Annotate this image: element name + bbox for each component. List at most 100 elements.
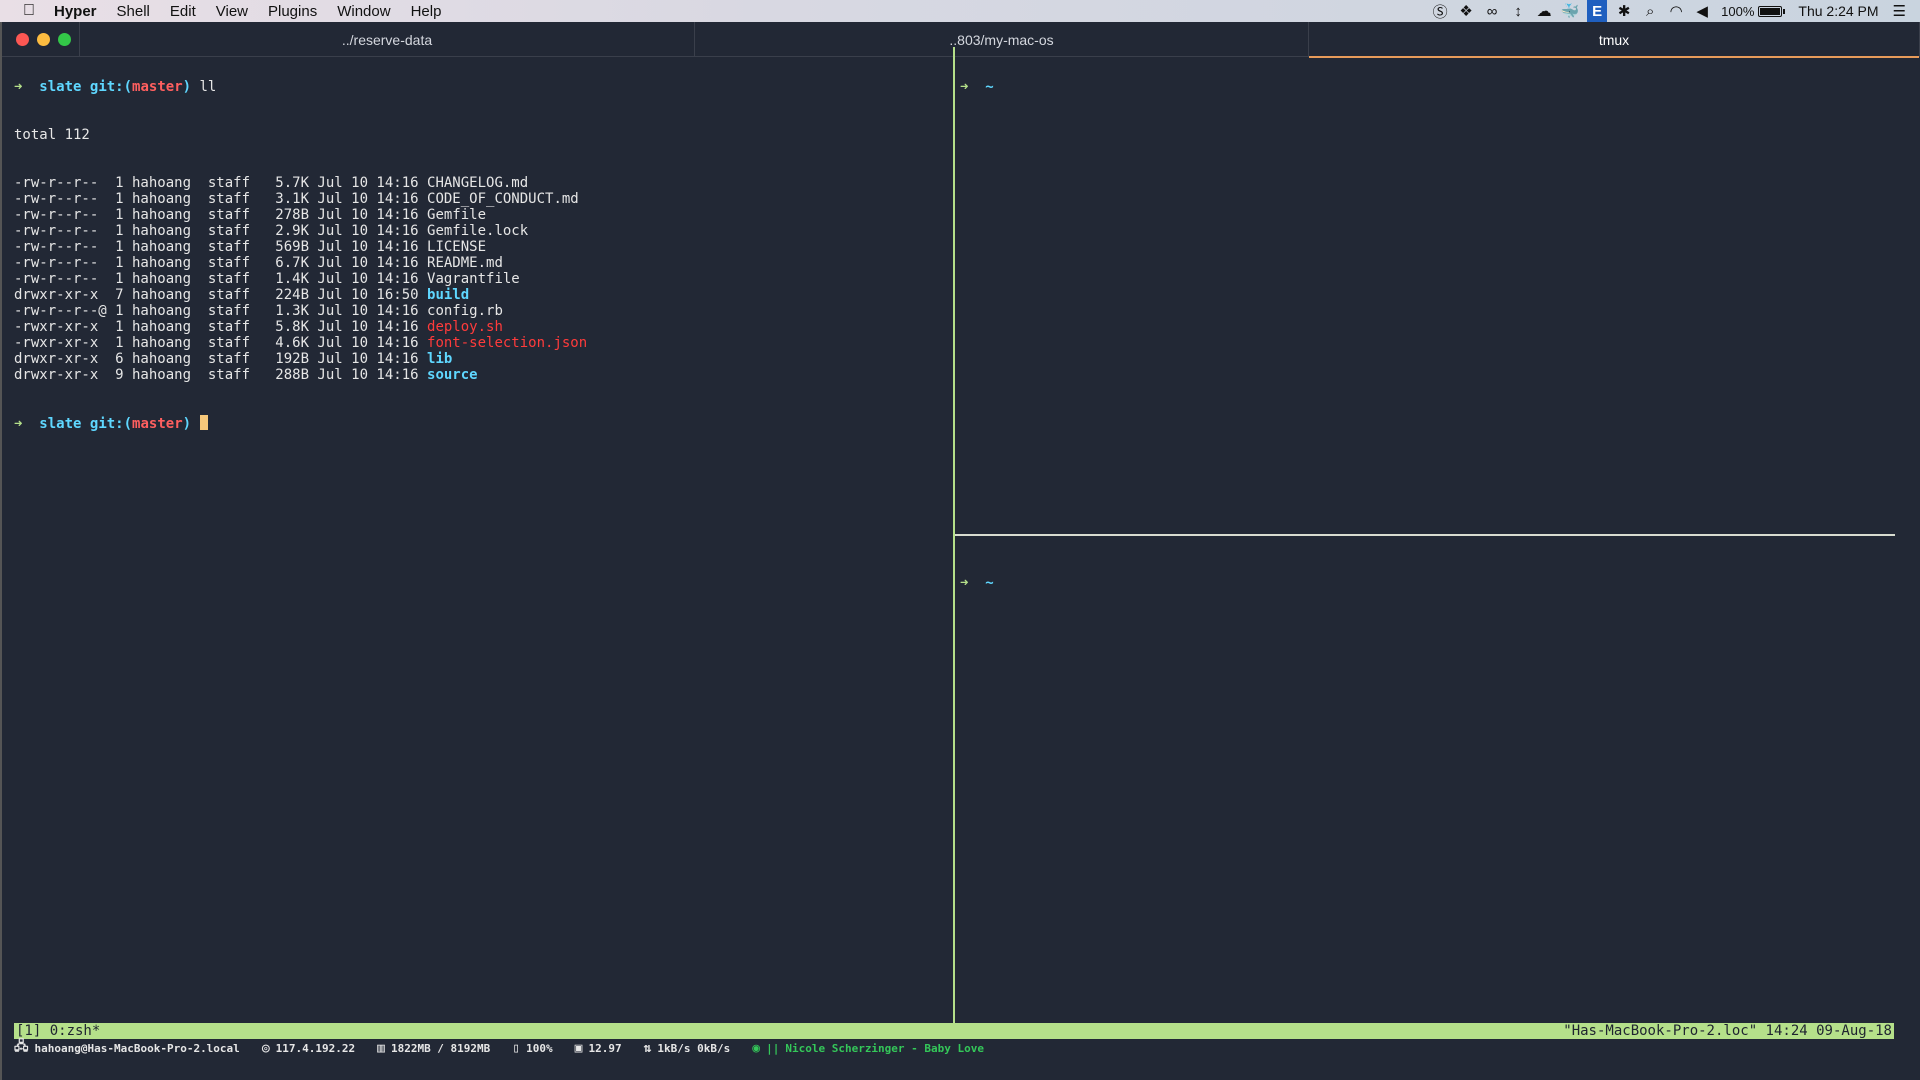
file-row: -rw-r--r-- 1 hahoang staff 3.1K Jul 10 1…: [14, 191, 949, 207]
menu-tray: Ⓢ ❖ ∞ ↕ ☁ 🐳 E ✱ ⌕ ◠ ◀ 100% Thu 2:24 PM ☰: [1427, 0, 1920, 22]
prompt-dir: slate: [39, 79, 82, 95]
notification-center-icon[interactable]: ☰: [1893, 2, 1906, 20]
file-row: -rw-r--r--@ 1 hahoang staff 1.3K Jul 10 …: [14, 303, 949, 319]
file-row: -rw-r--r-- 1 hahoang staff 569B Jul 10 1…: [14, 239, 949, 255]
file-meta: -rwxr-xr-x 1 hahoang staff 4.6K Jul 10 1…: [14, 335, 428, 351]
sync-arrows-icon[interactable]: ↕: [1505, 0, 1531, 22]
git-suffix: ): [182, 416, 192, 432]
bluetooth-icon[interactable]: ✱: [1611, 0, 1637, 22]
menu-edit[interactable]: Edit: [170, 3, 196, 20]
tab-tmux[interactable]: tmux: [1309, 22, 1920, 58]
battery-percent: 100%: [1721, 3, 1755, 19]
spotify-icon: ◉: [752, 1040, 761, 1056]
search-icon[interactable]: ⌕: [1637, 0, 1663, 22]
clock[interactable]: Thu 2:24 PM: [1798, 3, 1878, 19]
file-name: build: [427, 287, 470, 303]
file-meta: drwxr-xr-x 7 hahoang staff 224B Jul 10 1…: [14, 287, 428, 303]
docker-icon[interactable]: 🐳: [1557, 0, 1583, 22]
file-meta: drwxr-xr-x 6 hahoang staff 192B Jul 10 1…: [14, 351, 428, 367]
host-segment: 🖧 hahoang@Has-MacBook-Pro-2.local: [14, 1037, 240, 1059]
system-info-bar: 🖧 hahoang@Has-MacBook-Pro-2.local ◎ 117.4.…: [14, 1037, 1006, 1059]
file-row: -rw-r--r-- 1 hahoang staff 2.9K Jul 10 1…: [14, 223, 949, 239]
battery-icon[interactable]: [1758, 5, 1786, 17]
right-top-pane[interactable]: ➜ ~: [960, 47, 994, 111]
prompt-line: ➜ ~: [960, 79, 994, 95]
ip-segment: ◎ 117.4.192.22: [262, 1041, 355, 1056]
file-name: README.md: [427, 255, 503, 271]
creative-cloud-icon[interactable]: ∞: [1479, 0, 1505, 22]
menu-shell[interactable]: Shell: [117, 3, 150, 20]
menu-plugins[interactable]: Plugins: [268, 3, 317, 20]
horizontal-split-divider[interactable]: [955, 534, 1895, 536]
file-name: config.rb: [427, 303, 503, 319]
network-text: 1kB/s 0kB/s: [657, 1041, 731, 1055]
git-suffix: ): [182, 79, 192, 95]
menu-window[interactable]: Window: [337, 3, 390, 20]
music-text: Nicole Scherzinger - Baby Love: [785, 1041, 985, 1055]
skype-icon[interactable]: Ⓢ: [1427, 0, 1453, 22]
file-name: deploy.sh: [427, 319, 503, 335]
prompt-line: ➜ slate git:(master) ll: [14, 79, 949, 95]
file-name: LICENSE: [427, 239, 487, 255]
menu-bar:  Hyper Shell Edit View Plugins Window H…: [0, 0, 1920, 22]
file-row: -rwxr-xr-x 1 hahoang staff 4.6K Jul 10 1…: [14, 335, 949, 351]
network-host-icon: 🖧: [14, 1039, 29, 1054]
menu-view[interactable]: View: [216, 3, 248, 20]
battery-text: 100%: [526, 1041, 553, 1055]
right-bottom-pane[interactable]: ➜ ~: [960, 543, 994, 607]
file-name: font-selection.json: [427, 335, 588, 351]
git-branch: master: [132, 416, 183, 432]
close-button[interactable]: [16, 33, 29, 46]
wifi-icon[interactable]: ◠: [1663, 0, 1689, 22]
battery-segment: ▯ 100%: [512, 1041, 552, 1056]
file-name: Gemfile.lock: [427, 223, 529, 239]
minimize-button[interactable]: [37, 33, 50, 46]
file-name: Vagrantfile: [427, 271, 520, 287]
file-name: Gemfile: [427, 207, 487, 223]
command: ll: [199, 79, 217, 95]
prompt-dir: slate: [39, 416, 82, 432]
file-row: -rw-r--r-- 1 hahoang staff 278B Jul 10 1…: [14, 207, 949, 223]
prompt-dir: ~: [985, 575, 994, 591]
file-meta: -rw-r--r--@ 1 hahoang staff 1.3K Jul 10 …: [14, 303, 428, 319]
music-status: ||: [766, 1041, 780, 1055]
maximize-button[interactable]: [58, 33, 71, 46]
prompt-line-current: ➜ slate git:(master): [14, 415, 949, 432]
file-name: lib: [427, 351, 453, 367]
file-meta: -rwxr-xr-x 1 hahoang staff 5.8K Jul 10 1…: [14, 319, 428, 335]
network-segment: ⇅ 1kB/s 0kB/s: [644, 1041, 731, 1056]
file-meta: -rw-r--r-- 1 hahoang staff 1.4K Jul 10 1…: [14, 271, 428, 287]
file-meta: drwxr-xr-x 9 hahoang staff 288B Jul 10 1…: [14, 367, 428, 383]
cursor: [199, 415, 208, 430]
up-down-arrows-icon: ⇅: [643, 1040, 652, 1056]
menu-hyper[interactable]: Hyper: [54, 3, 97, 20]
memory-text: 1822MB / 8192MB: [390, 1041, 491, 1055]
prompt-line: ➜ ~: [960, 575, 994, 591]
menu-help[interactable]: Help: [411, 3, 442, 20]
file-meta: -rw-r--r-- 1 hahoang staff 569B Jul 10 1…: [14, 239, 428, 255]
total-line: total 112: [14, 127, 90, 143]
file-meta: -rw-r--r-- 1 hahoang staff 6.7K Jul 10 1…: [14, 255, 428, 271]
file-row: -rwxr-xr-x 1 hahoang staff 5.8K Jul 10 1…: [14, 319, 949, 335]
memory-segment: ▥ 1822MB / 8192MB: [377, 1041, 490, 1056]
file-name: CODE_OF_CONDUCT.md: [427, 191, 579, 207]
file-row: drwxr-xr-x 6 hahoang staff 192B Jul 10 1…: [14, 351, 949, 367]
prompt-arrow-icon: ➜: [960, 575, 969, 591]
git-prefix: git:(: [89, 79, 133, 95]
vertical-split-divider[interactable]: [953, 47, 955, 1033]
volume-icon[interactable]: ◀: [1689, 0, 1715, 22]
memory-icon: ▥: [377, 1040, 385, 1056]
file-row: -rw-r--r-- 1 hahoang staff 1.4K Jul 10 1…: [14, 271, 949, 287]
file-row: -rw-r--r-- 1 hahoang staff 5.7K Jul 10 1…: [14, 175, 949, 191]
git-prefix: git:(: [89, 416, 133, 432]
file-row: drwxr-xr-x 7 hahoang staff 224B Jul 10 1…: [14, 287, 949, 303]
file-name: source: [427, 367, 478, 383]
onedrive-icon[interactable]: ☁: [1531, 0, 1557, 22]
ip-text: 117.4.192.22: [275, 1041, 356, 1055]
e-icon[interactable]: E: [1587, 0, 1608, 22]
tmux-status-bar: [1] 0:zsh* "Has-MacBook-Pro-2.loc" 14:24…: [14, 1023, 1894, 1039]
left-pane[interactable]: ➜ slate git:(master) ll total 112 -rw-r-…: [14, 47, 949, 447]
dropbox-icon[interactable]: ❖: [1453, 0, 1479, 22]
cpu-icon: ▣: [574, 1040, 583, 1056]
apple-icon[interactable]: : [18, 2, 40, 20]
